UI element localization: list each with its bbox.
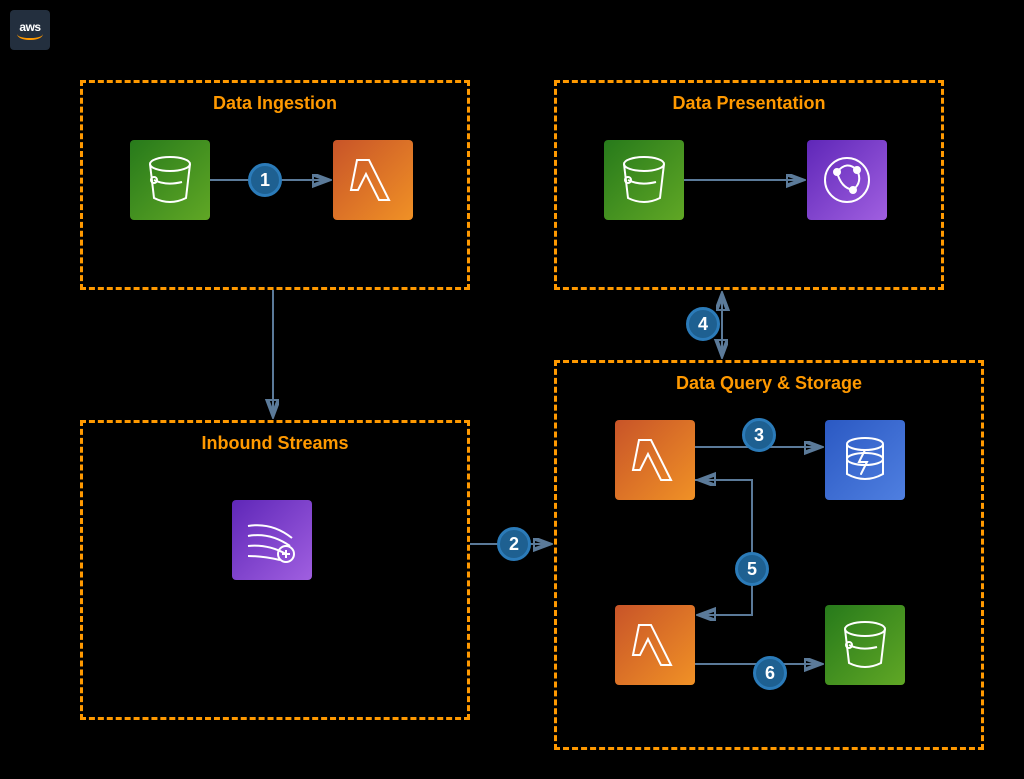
step-badge-6: 6 <box>753 656 787 690</box>
cloudfront-icon <box>807 140 887 220</box>
step-badge-2: 2 <box>497 527 531 561</box>
step-badge-5: 5 <box>735 552 769 586</box>
aws-logo: aws <box>10 10 50 50</box>
lambda-icon <box>615 420 695 500</box>
group-data-query-storage: Data Query & Storage <box>554 360 984 750</box>
group-title-presentation: Data Presentation <box>557 93 941 114</box>
group-title-inbound: Inbound Streams <box>83 433 467 454</box>
step-badge-4: 4 <box>686 307 720 341</box>
s3-bucket-icon <box>604 140 684 220</box>
s3-bucket-icon <box>130 140 210 220</box>
group-title-ingestion: Data Ingestion <box>83 93 467 114</box>
s3-bucket-icon <box>825 605 905 685</box>
kinesis-stream-icon <box>232 500 312 580</box>
group-title-query: Data Query & Storage <box>557 373 981 394</box>
step-badge-1: 1 <box>248 163 282 197</box>
step-badge-3: 3 <box>742 418 776 452</box>
aws-smile-icon <box>17 32 43 40</box>
lambda-icon <box>615 605 695 685</box>
lambda-icon <box>333 140 413 220</box>
diagram-canvas: aws Data Ingestion Data Presentation <box>0 0 1024 779</box>
dynamodb-icon <box>825 420 905 500</box>
